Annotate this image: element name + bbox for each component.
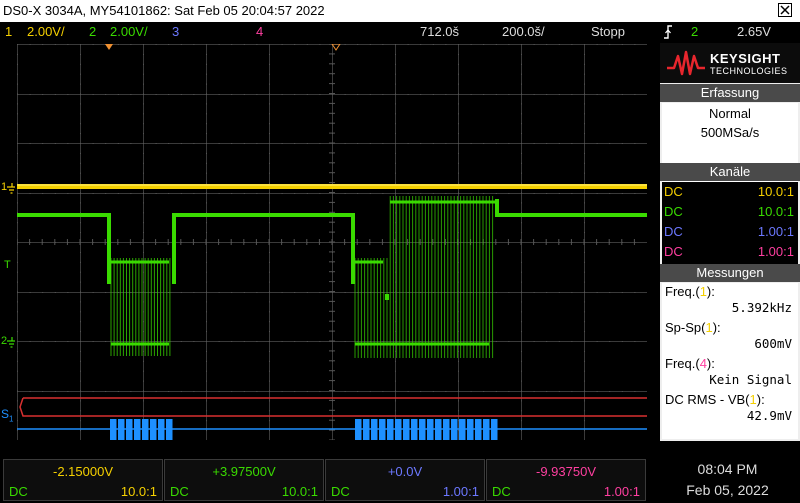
measurement-label: DC RMS - VB <box>665 392 746 407</box>
serial-marker-sub: 1 <box>9 414 14 424</box>
measurement-2[interactable]: Sp-Sp(1): 600mV <box>662 319 798 351</box>
ch2-ground-marker[interactable]: 2 <box>0 335 17 351</box>
channel-probe: 1.00:1 <box>757 224 794 239</box>
measurement-source: 1 <box>705 320 713 335</box>
side-panel: KEYSIGHT TECHNOLOGIES Erfassung Normal 5… <box>660 43 800 441</box>
measurement-source: 1 <box>699 284 707 299</box>
channel-row-3[interactable]: DC 1.00:1 <box>662 222 798 242</box>
channel-offset: +3.97500V <box>212 464 276 479</box>
channel-coupling: DC <box>9 484 28 499</box>
trigger-level-marker[interactable]: T <box>4 259 18 275</box>
channel-probe: 1.00:1 <box>442 484 479 499</box>
acquisition-header[interactable]: Erfassung <box>660 84 800 102</box>
measurement-label: Sp-Sp <box>665 320 702 335</box>
acquisition-rate: 500MSa/s <box>700 125 760 140</box>
channel-offset: -9.93750V <box>536 464 596 479</box>
brand-sub: TECHNOLOGIES <box>710 66 788 76</box>
ground-icon <box>7 183 15 194</box>
measurements-section[interactable]: Freq.(1): 5.392kHz Sp-Sp(1): 600mV Freq.(4):… <box>662 283 798 439</box>
measurement-source: 1 <box>749 392 757 407</box>
measurement-3[interactable]: Freq.(4): Kein Signal <box>662 355 798 387</box>
measurements-header[interactable]: Messungen <box>660 264 800 282</box>
acquisition-mode: Normal <box>709 106 751 121</box>
ground-icon <box>7 337 15 348</box>
ch1-ground-marker[interactable]: 1 <box>0 181 17 197</box>
measurement-label-row: Sp-Sp(1): <box>665 320 721 335</box>
channel-coupling: DC <box>664 204 683 219</box>
ch1-number[interactable]: 1 <box>5 22 12 42</box>
measurement-label-row: Freq.(1): <box>665 284 715 299</box>
channel-coupling: DC <box>664 224 683 239</box>
keysight-logo: KEYSIGHT TECHNOLOGIES <box>660 43 800 83</box>
time-scale[interactable]: 200.0š/ <box>502 22 545 42</box>
channel-coupling: DC <box>664 244 683 259</box>
ch1-scale[interactable]: 2.00V/ <box>27 22 65 42</box>
channel-coupling: DC <box>331 484 350 499</box>
trigger-level[interactable]: 2.65V <box>737 22 771 42</box>
channel-probe: 1.00:1 <box>757 244 794 259</box>
measurement-1[interactable]: Freq.(1): 5.392kHz <box>662 283 798 315</box>
serial-marker-label: S <box>1 407 10 421</box>
ch1-trace <box>17 184 647 189</box>
window-title: DS0-X 3034A, MY54101862: Sat Feb 05 20:0… <box>3 3 325 18</box>
channel-offset: +0.0V <box>387 464 423 479</box>
channel-probe: 10.0:1 <box>281 484 318 499</box>
channel-coupling: DC <box>664 184 683 199</box>
trigger-source[interactable]: 2 <box>691 22 698 42</box>
run-state[interactable]: Stopp <box>591 22 625 42</box>
channel-coupling: DC <box>492 484 511 499</box>
ch3-number[interactable]: 3 <box>172 22 179 42</box>
measurement-label-row: DC RMS - VB(1): <box>665 392 765 407</box>
channel-offset-box-1[interactable]: -2.15000V DC 10.0:1 <box>3 459 163 501</box>
close-icon[interactable] <box>778 3 792 17</box>
keysight-wave-icon <box>667 50 705 76</box>
window-title-bar: DS0-X 3034A, MY54101862: Sat Feb 05 20:0… <box>0 0 800 22</box>
channel-offset: -2.15000V <box>53 464 113 479</box>
time-delay[interactable]: 712.0š <box>420 22 459 42</box>
channel-row-1[interactable]: DC 10.0:1 <box>662 182 798 202</box>
measurement-value: 42.9mV <box>746 408 792 423</box>
channel-probe: 10.0:1 <box>757 204 794 219</box>
ch2-scale[interactable]: 2.00V/ <box>110 22 148 42</box>
channel-offset-box-3[interactable]: +0.0V DC 1.00:1 <box>325 459 485 501</box>
measurement-value: 5.392kHz <box>731 300 792 315</box>
channel-offset-box-2[interactable]: +3.97500V DC 10.0:1 <box>164 459 324 501</box>
serial-bus-marker[interactable]: S1 <box>1 407 17 425</box>
channels-section[interactable]: DC 10.0:1 DC 10.0:1 DC 1.00:1 DC 1.00:1 <box>662 182 798 264</box>
channel-offset-box-4[interactable]: -9.93750V DC 1.00:1 <box>486 459 646 501</box>
trigger-marker-label: T <box>4 259 11 271</box>
ch4-number[interactable]: 4 <box>256 22 263 42</box>
clock-time: 08:04 PM <box>697 461 758 477</box>
channel-probe: 10.0:1 <box>120 484 157 499</box>
channels-header[interactable]: Kanäle <box>660 163 800 181</box>
clock-date: Feb 05, 2022 <box>686 482 769 498</box>
measurement-source: 4 <box>699 356 707 371</box>
measurement-label: Freq. <box>665 356 696 371</box>
measurement-4[interactable]: DC RMS - VB(1): 42.9mV <box>662 391 798 423</box>
clock: 08:04 PM Feb 05, 2022 <box>655 459 800 503</box>
measurement-value: Kein Signal <box>709 372 792 387</box>
channel-coupling: DC <box>170 484 189 499</box>
channel-probe: 10.0:1 <box>757 184 794 199</box>
channel-probe: 1.00:1 <box>603 484 640 499</box>
measurement-label: Freq. <box>665 284 696 299</box>
brand-name: KEYSIGHT <box>710 51 781 66</box>
measurement-label-row: Freq.(4): <box>665 356 715 371</box>
measurement-value: 600mV <box>754 336 792 351</box>
ch2-number[interactable]: 2 <box>89 22 96 42</box>
channel-row-4[interactable]: DC 1.00:1 <box>662 242 798 262</box>
waveform-display[interactable] <box>17 44 647 440</box>
channel-status-bar: 1 2.00V/ 2 2.00V/ 3 4 712.0š 200.0š/ Sto… <box>0 22 800 42</box>
channel-row-2[interactable]: DC 10.0:1 <box>662 202 798 222</box>
